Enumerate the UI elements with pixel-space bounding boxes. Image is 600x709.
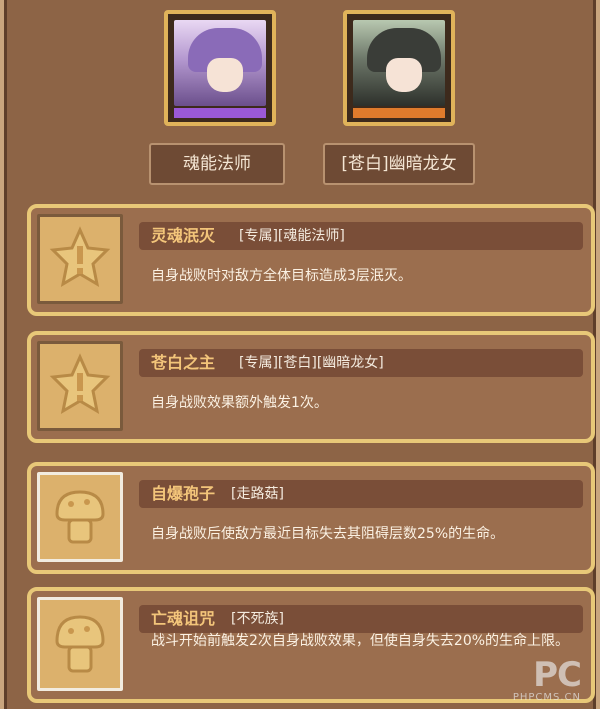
skill-description: 自身战败后使敌方最近目标失去其阻碍层数25%的生命。 <box>151 526 505 542</box>
skill-icon-box <box>37 214 123 304</box>
skill-title-bar: 亡魂诅咒 [不死族] <box>139 605 583 633</box>
skill-icon-box <box>37 341 123 431</box>
rarity-stripe <box>174 108 266 118</box>
skill-title-bar: 苍白之主 [专属][苍白][幽暗龙女] <box>139 349 583 377</box>
mage-portrait[interactable] <box>164 10 276 126</box>
skill-description: 战斗开始前触发2次自身战败效果，但使自身失去20%的生命上限。 <box>151 633 570 649</box>
portrait-art <box>353 20 445 106</box>
mushroom-icon <box>55 490 105 544</box>
skill-title-bar: 灵魂泯灭 [专属][魂能法师] <box>139 222 583 250</box>
skill-card[interactable]: 亡魂诅咒 [不死族] 战斗开始前触发2次自身战败效果，但使自身失去20%的生命上… <box>27 587 595 703</box>
skill-name: 自爆孢子 <box>151 484 216 503</box>
watermark-logo: PC <box>533 655 582 695</box>
panel: 魂能法师 [苍白]幽暗龙女 灵魂泯灭 [专属][魂能法师] 自身战败时对敌方全体… <box>4 0 596 709</box>
mushroom-icon <box>55 615 105 673</box>
skill-card[interactable]: 苍白之主 [专属][苍白][幽暗龙女] 自身战败效果额外触发1次。 <box>27 331 595 443</box>
watermark-text: PHPCMS.CN <box>512 692 581 703</box>
skill-icon-box <box>37 472 123 562</box>
rarity-stripe <box>353 108 445 118</box>
skill-name: 亡魂诅咒 <box>151 609 216 628</box>
skill-tags: [不死族] <box>231 611 284 627</box>
watermark: PC PHPCMS.CN <box>512 655 582 703</box>
skill-tags: [走路菇] <box>231 486 284 502</box>
skill-tags: [专属][魂能法师] <box>239 228 345 244</box>
character-name: [苍白]幽暗龙女 <box>323 143 475 185</box>
skill-title-bar: 自爆孢子 [走路菇] <box>139 480 583 508</box>
skill-description: 自身战败时对敌方全体目标造成3层泯灭。 <box>151 268 412 284</box>
portrait-art <box>174 20 266 106</box>
face <box>207 58 243 92</box>
skill-name: 苍白之主 <box>151 353 216 372</box>
skill-icon-box <box>37 597 123 691</box>
skill-name: 灵魂泯灭 <box>151 226 216 245</box>
skill-card[interactable]: 自爆孢子 [走路菇] 自身战败后使敌方最近目标失去其阻碍层数25%的生命。 <box>27 462 595 574</box>
skill-tags: [专属][苍白][幽暗龙女] <box>239 355 384 371</box>
character-name: 魂能法师 <box>149 143 285 185</box>
skill-description: 自身战败效果额外触发1次。 <box>151 395 328 411</box>
star-icon <box>49 353 111 414</box>
star-icon <box>49 226 111 287</box>
skill-card[interactable]: 灵魂泯灭 [专属][魂能法师] 自身战败时对敌方全体目标造成3层泯灭。 <box>27 204 595 316</box>
dragon-girl-portrait[interactable] <box>343 10 455 126</box>
face <box>386 58 422 92</box>
